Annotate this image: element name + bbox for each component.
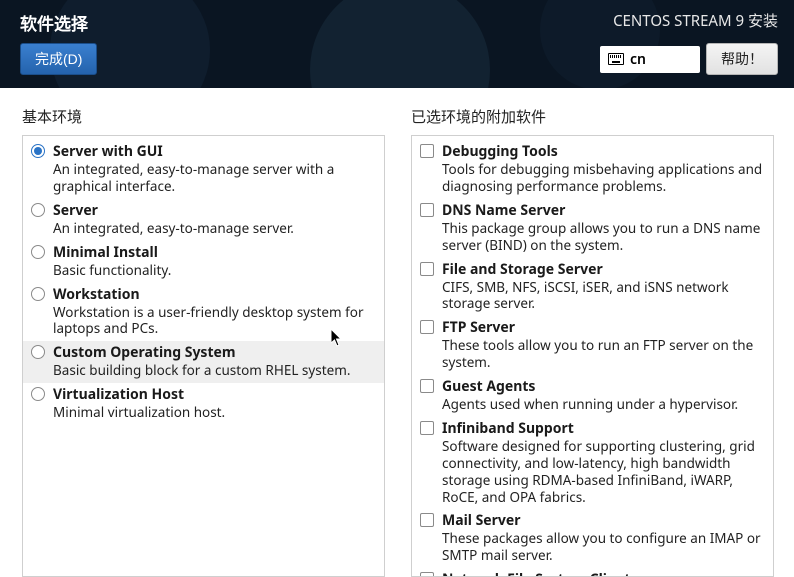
option-text: ServerAn integrated, easy-to-manage serv… — [53, 201, 374, 237]
option-desc: CIFS, SMB, NFS, iSCSI, iSER, and iSNS ne… — [442, 279, 763, 313]
addon-option-mail[interactable]: Mail ServerThese packages allow you to c… — [412, 509, 773, 568]
option-title: Virtualization Host — [53, 385, 374, 404]
option-desc: This package group allows you to run a D… — [442, 220, 763, 254]
header: 软件选择 CENTOS STREAM 9 安装 完成(D) cn 帮助！ — [0, 0, 794, 88]
option-desc: These packages allow you to configure an… — [442, 530, 763, 564]
env-option-server-gui[interactable]: Server with GUIAn integrated, easy-to-ma… — [23, 140, 384, 199]
option-title: DNS Name Server — [442, 201, 763, 220]
option-title: Server — [53, 201, 374, 220]
option-desc: An integrated, easy-to-manage server wit… — [53, 161, 374, 195]
option-title: File and Storage Server — [442, 260, 763, 279]
option-text: Debugging ToolsTools for debugging misbe… — [442, 142, 763, 195]
option-desc: Tools for debugging misbehaving applicat… — [442, 161, 763, 195]
option-desc: Basic functionality. — [53, 262, 374, 279]
keyboard-layout-button[interactable]: cn — [600, 46, 700, 73]
addon-option-guest-agents[interactable]: Guest AgentsAgents used when running und… — [412, 375, 773, 417]
option-title: Server with GUI — [53, 142, 374, 161]
option-text: Infiniband SupportSoftware designed for … — [442, 419, 763, 506]
option-desc: These tools allow you to run an FTP serv… — [442, 337, 763, 371]
product-name: CENTOS STREAM 9 安装 — [613, 10, 778, 31]
option-text: Virtualization HostMinimal virtualizatio… — [53, 385, 374, 421]
option-text: WorkstationWorkstation is a user-friendl… — [53, 285, 374, 338]
keyboard-icon — [608, 53, 624, 65]
radio-icon[interactable] — [31, 387, 45, 401]
option-text: Mail ServerThese packages allow you to c… — [442, 511, 763, 564]
env-option-custom-os[interactable]: Custom Operating SystemBasic building bl… — [23, 341, 384, 383]
option-desc: Workstation is a user-friendly desktop s… — [53, 304, 374, 338]
option-desc: Software designed for supporting cluster… — [442, 438, 763, 506]
radio-icon[interactable] — [31, 245, 45, 259]
checkbox-icon[interactable] — [420, 320, 434, 334]
addon-option-infiniband[interactable]: Infiniband SupportSoftware designed for … — [412, 417, 773, 510]
addon-option-nfs-client[interactable]: Network File System Client — [412, 568, 773, 577]
option-text: Custom Operating SystemBasic building bl… — [53, 343, 374, 379]
addon-option-debugging[interactable]: Debugging ToolsTools for debugging misbe… — [412, 140, 773, 199]
addon-option-ftp[interactable]: FTP ServerThese tools allow you to run a… — [412, 316, 773, 375]
addon-option-dns[interactable]: DNS Name ServerThis package group allows… — [412, 199, 773, 258]
addons-column: 已选环境的附加软件 Debugging ToolsTools for debug… — [411, 106, 774, 577]
addons-heading: 已选环境的附加软件 — [411, 106, 774, 127]
radio-icon[interactable] — [31, 144, 45, 158]
option-title: Infiniband Support — [442, 419, 763, 438]
option-title: Network File System Client — [442, 570, 763, 577]
env-option-workstation[interactable]: WorkstationWorkstation is a user-friendl… — [23, 283, 384, 342]
option-title: Minimal Install — [53, 243, 374, 262]
checkbox-icon[interactable] — [420, 262, 434, 276]
option-text: FTP ServerThese tools allow you to run a… — [442, 318, 763, 371]
checkbox-icon[interactable] — [420, 379, 434, 393]
option-text: File and Storage ServerCIFS, SMB, NFS, i… — [442, 260, 763, 313]
option-title: Guest Agents — [442, 377, 763, 396]
option-desc: Basic building block for a custom RHEL s… — [53, 362, 374, 379]
option-title: Mail Server — [442, 511, 763, 530]
env-option-virt-host[interactable]: Virtualization HostMinimal virtualizatio… — [23, 383, 384, 425]
option-text: Network File System Client — [442, 570, 763, 577]
base-env-pane[interactable]: Server with GUIAn integrated, easy-to-ma… — [22, 135, 385, 577]
env-option-minimal[interactable]: Minimal InstallBasic functionality. — [23, 241, 384, 283]
option-desc: Agents used when running under a hypervi… — [442, 396, 763, 413]
radio-icon[interactable] — [31, 203, 45, 217]
option-text: Guest AgentsAgents used when running und… — [442, 377, 763, 413]
option-title: FTP Server — [442, 318, 763, 337]
option-desc: Minimal virtualization host. — [53, 404, 374, 421]
keyboard-layout-code: cn — [630, 50, 646, 69]
base-env-column: 基本环境 Server with GUIAn integrated, easy-… — [22, 106, 385, 577]
checkbox-icon[interactable] — [420, 203, 434, 217]
addons-pane[interactable]: Debugging ToolsTools for debugging misbe… — [411, 135, 774, 577]
checkbox-icon[interactable] — [420, 513, 434, 527]
option-title: Debugging Tools — [442, 142, 763, 161]
checkbox-icon[interactable] — [420, 144, 434, 158]
page-title: 软件选择 — [20, 10, 88, 35]
env-option-server[interactable]: ServerAn integrated, easy-to-manage serv… — [23, 199, 384, 241]
base-env-heading: 基本环境 — [22, 106, 385, 127]
checkbox-icon[interactable] — [420, 421, 434, 435]
option-text: DNS Name ServerThis package group allows… — [442, 201, 763, 254]
checkbox-icon[interactable] — [420, 572, 434, 577]
help-button[interactable]: 帮助！ — [706, 43, 778, 75]
option-title: Workstation — [53, 285, 374, 304]
done-button[interactable]: 完成(D) — [20, 43, 97, 75]
option-desc: An integrated, easy-to-manage server. — [53, 220, 374, 237]
option-title: Custom Operating System — [53, 343, 374, 362]
option-text: Minimal InstallBasic functionality. — [53, 243, 374, 279]
option-text: Server with GUIAn integrated, easy-to-ma… — [53, 142, 374, 195]
radio-icon[interactable] — [31, 287, 45, 301]
addon-option-file-storage[interactable]: File and Storage ServerCIFS, SMB, NFS, i… — [412, 258, 773, 317]
radio-icon[interactable] — [31, 345, 45, 359]
content: 基本环境 Server with GUIAn integrated, easy-… — [0, 88, 794, 577]
